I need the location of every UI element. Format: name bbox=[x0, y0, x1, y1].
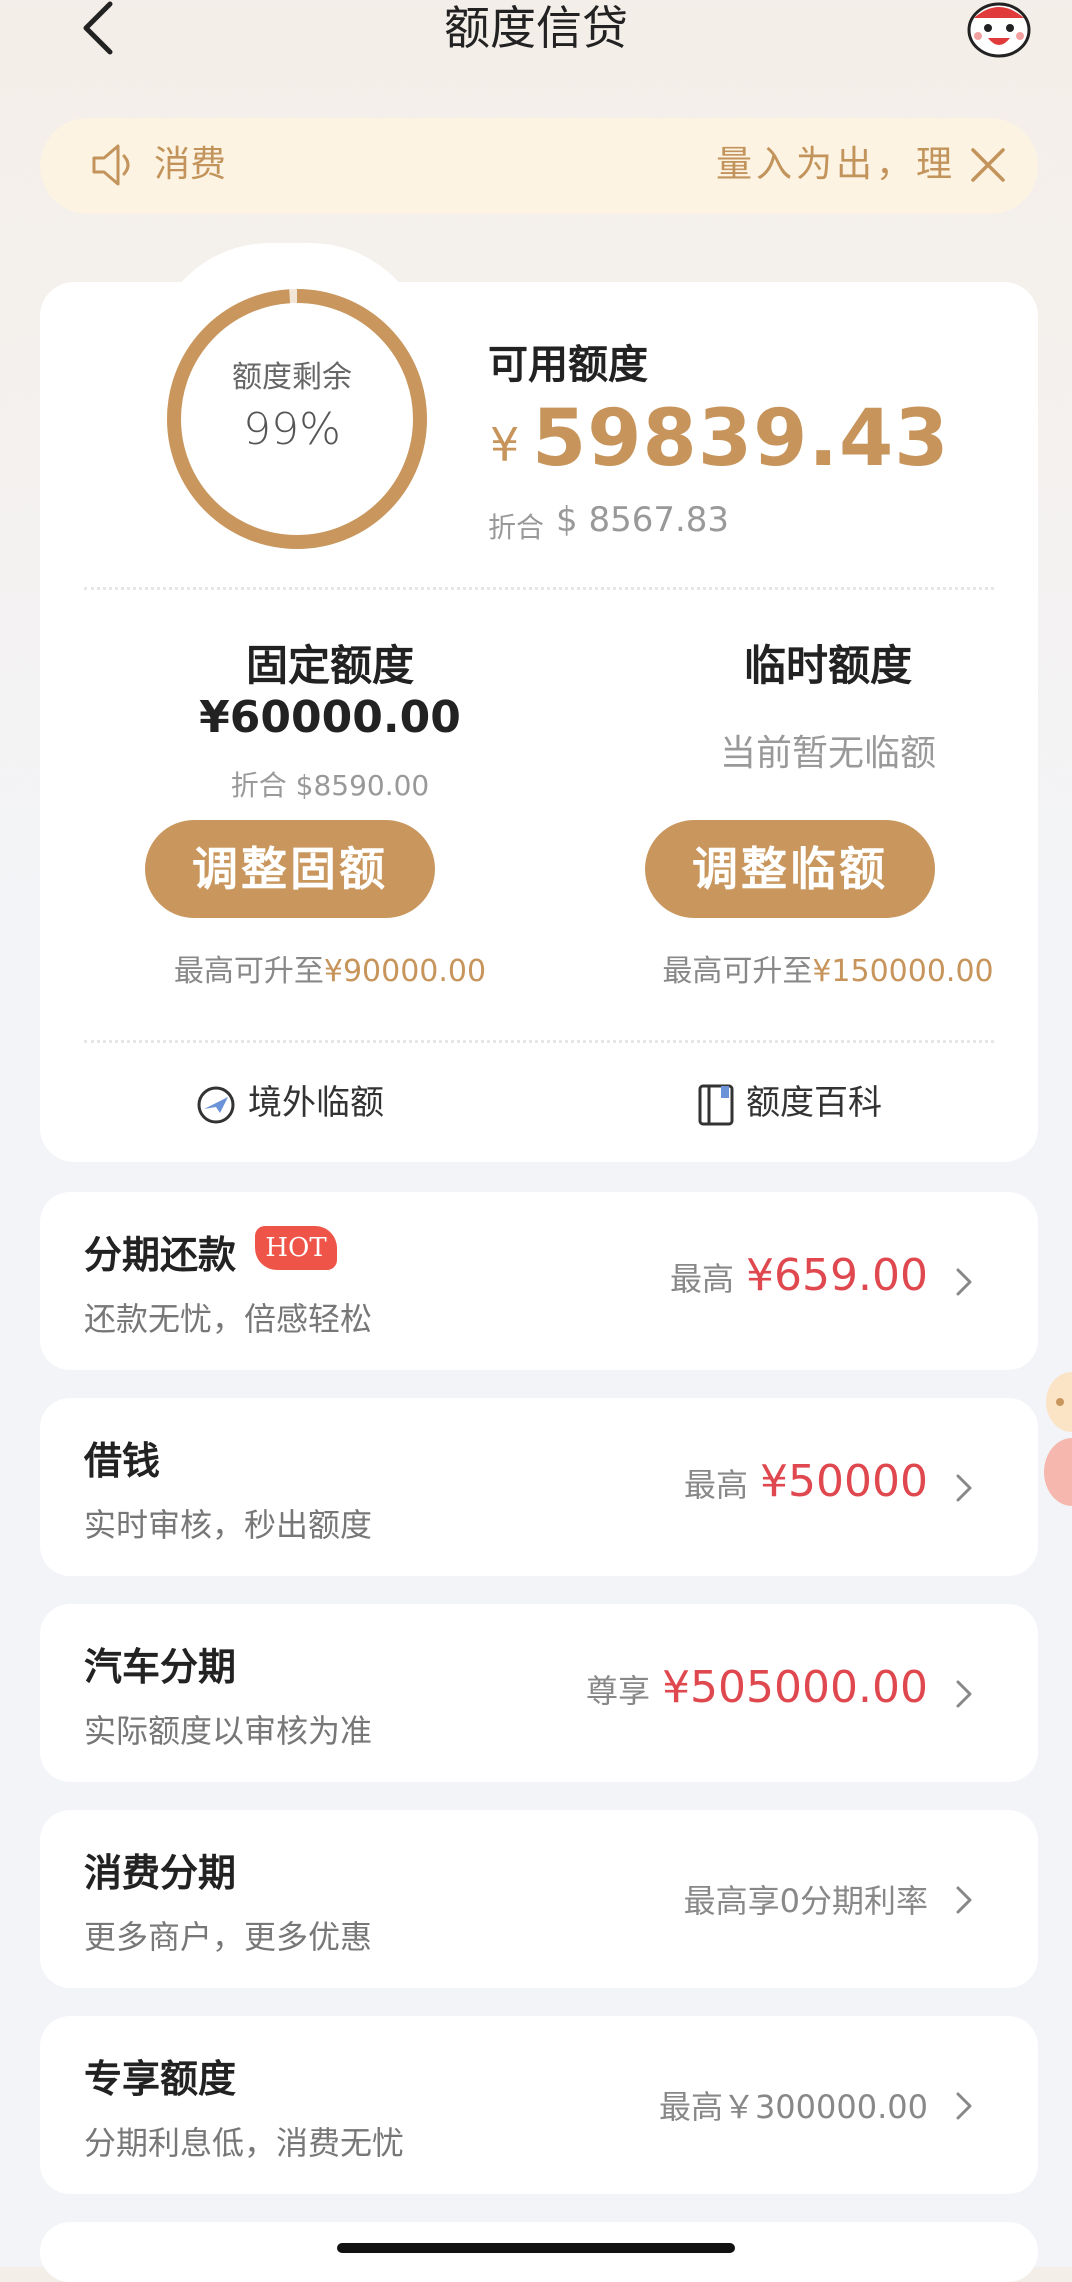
list-item-subtitle: 实际额度以审核为准 bbox=[84, 1712, 373, 1750]
list-item-subtitle: 分期利息低，消费无忧 bbox=[84, 2124, 405, 2162]
overseas-plane-icon bbox=[197, 1086, 235, 1123]
book-icon bbox=[698, 1084, 734, 1125]
list-item-note: 最高￥300000.00 bbox=[658, 2088, 928, 2126]
list-item-borrow[interactable]: 借钱 实时审核，秒出额度 最高 ¥50000 bbox=[40, 1398, 1038, 1576]
home-indicator bbox=[337, 2243, 735, 2253]
credit-summary-card: 额度剩余 99% 可用额度 ¥ 59839.43 折合 $ 8567.83 固定… bbox=[40, 282, 1038, 1162]
list-item-right: 尊享 ¥505000.00 bbox=[586, 1662, 928, 1713]
temp-max-value: ¥150000.00 bbox=[812, 954, 994, 989]
list-item-prefix: 最高 bbox=[670, 1260, 735, 1298]
temp-max-prefix: 最高可升至 bbox=[662, 954, 813, 989]
list-item-subtitle: 实时审核，秒出额度 bbox=[84, 1506, 373, 1544]
list-item-value: ¥659.00 bbox=[746, 1250, 928, 1301]
list-item-exclusive-credit[interactable]: 专享额度 分期利息低，消费无忧 最高￥300000.00 bbox=[40, 2016, 1038, 2194]
list-item-installment-repay[interactable]: 分期还款 HOT 还款无忧，倍感轻松 最高 ¥659.00 bbox=[40, 1192, 1038, 1370]
close-icon[interactable] bbox=[965, 142, 1011, 188]
fixed-max-value: ¥90000.00 bbox=[323, 954, 487, 989]
list-item-value: ¥50000 bbox=[760, 1456, 928, 1507]
credit-wiki-link[interactable]: 额度百科 bbox=[696, 1078, 882, 1128]
chevron-right-icon bbox=[956, 2092, 972, 2120]
temp-credit-title: 临时额度 bbox=[743, 641, 912, 690]
list-item-consumer-installment[interactable]: 消费分期 更多商户，更多优惠 最高享0分期利率 bbox=[40, 1810, 1038, 1988]
mascot-icon[interactable] bbox=[966, 0, 1032, 58]
list-item-subtitle: 更多商户，更多优惠 bbox=[84, 1918, 373, 1956]
temp-credit-status: 当前暂无临额 bbox=[719, 733, 936, 774]
notice-scroll-text: 量入为出，理 bbox=[716, 144, 957, 185]
adjust-temp-button[interactable]: 调整临额 bbox=[645, 820, 935, 918]
chevron-right-icon bbox=[956, 1886, 972, 1914]
divider bbox=[84, 1040, 994, 1043]
overseas-temp-label: 境外临额 bbox=[248, 1083, 384, 1123]
list-item-title: 分期还款 bbox=[84, 1233, 237, 1277]
chevron-right-icon bbox=[956, 1680, 972, 1708]
list-item-prefix: 最高 bbox=[684, 1466, 749, 1504]
list-item-prefix: 尊享 bbox=[586, 1672, 651, 1710]
list-item-note: 最高享0分期利率 bbox=[683, 1882, 928, 1920]
list-item-title: 消费分期 bbox=[84, 1851, 237, 1895]
credit-wiki-label: 额度百科 bbox=[746, 1083, 882, 1123]
temp-max-line: 最高可升至¥150000.00 bbox=[588, 946, 1068, 990]
ring-percent: 99% bbox=[243, 404, 341, 455]
list-item-right: 最高￥300000.00 bbox=[659, 2082, 928, 2128]
overseas-temp-link[interactable]: 境外临额 bbox=[194, 1078, 384, 1128]
fixed-max-line: 最高可升至¥90000.00 bbox=[90, 946, 570, 990]
fixed-max-prefix: 最高可升至 bbox=[173, 954, 324, 989]
available-currency: ¥ bbox=[490, 418, 520, 472]
list-item-right: 最高 ¥50000 bbox=[684, 1456, 928, 1507]
available-amount: 59839.43 bbox=[532, 394, 950, 484]
floating-mascot-icon[interactable] bbox=[1036, 1362, 1072, 1522]
available-label: 可用额度 bbox=[488, 342, 648, 388]
list-item-subtitle: 还款无忧，倍感轻松 bbox=[84, 1300, 373, 1338]
list-item-title: 专享额度 bbox=[84, 2057, 237, 2101]
page-title: 额度信贷 bbox=[444, 1, 628, 55]
ring-label: 额度剩余 bbox=[232, 360, 352, 395]
converted-label: 折合 bbox=[488, 511, 545, 544]
list-item-right: 最高 ¥659.00 bbox=[670, 1250, 928, 1301]
notice-bar[interactable]: 消费 量入为出，理 bbox=[40, 118, 1038, 214]
hot-badge: HOT bbox=[255, 1226, 337, 1270]
speaker-icon bbox=[92, 144, 130, 186]
divider bbox=[84, 587, 994, 590]
chevron-right-icon bbox=[956, 1268, 972, 1296]
adjust-fixed-button[interactable]: 调整固额 bbox=[145, 820, 435, 918]
list-item-title: 借钱 bbox=[84, 1439, 161, 1483]
list-item-value: ¥505000.00 bbox=[662, 1662, 928, 1713]
list-item-title: 汽车分期 bbox=[84, 1645, 237, 1689]
notice-text-left: 消费 bbox=[154, 144, 227, 185]
fixed-credit-amount: ¥60000.00 bbox=[199, 692, 461, 743]
fixed-credit-title: 固定额度 bbox=[245, 641, 414, 690]
fixed-credit-converted: 折合 $8590.00 bbox=[230, 769, 430, 802]
chevron-right-icon bbox=[956, 1474, 972, 1502]
converted-amount: $ 8567.83 bbox=[556, 500, 730, 540]
list-item-car-installment[interactable]: 汽车分期 实际额度以审核为准 尊享 ¥505000.00 bbox=[40, 1604, 1038, 1782]
list-item-right: 最高享0分期利率 bbox=[684, 1876, 928, 1922]
